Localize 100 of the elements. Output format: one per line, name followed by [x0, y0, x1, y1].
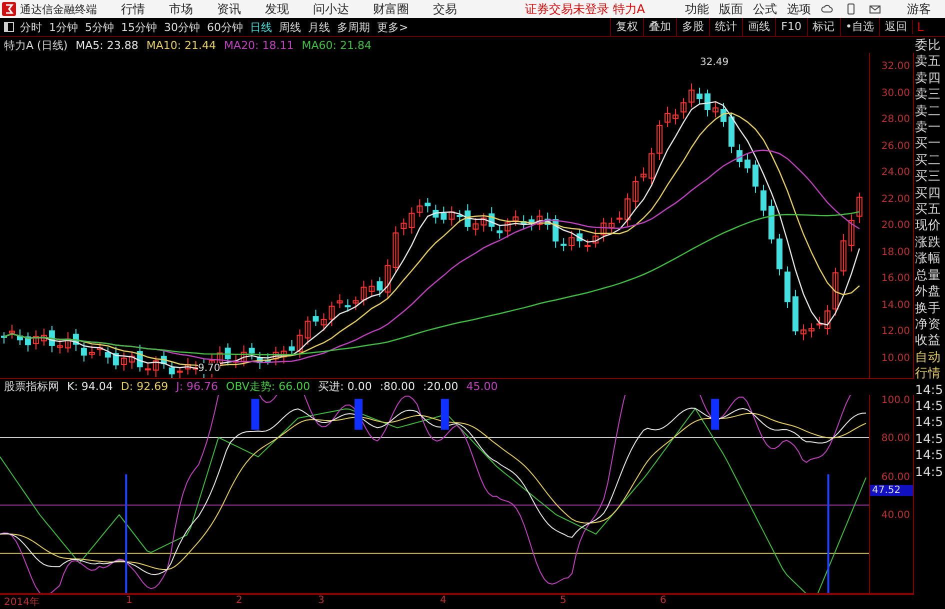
- toolbar-button[interactable]: •自选: [840, 18, 879, 36]
- quote-label: 净资: [915, 316, 942, 332]
- date-axis-label: 2: [236, 595, 242, 606]
- period-tab[interactable]: 更多>: [377, 20, 408, 34]
- period-tab[interactable]: 5分钟: [85, 20, 114, 34]
- quote-tab[interactable]: 自动: [915, 348, 945, 366]
- trade-time: 14:5: [915, 430, 944, 448]
- toolbar-button[interactable]: 复权: [610, 18, 644, 36]
- period-tab[interactable]: 15分钟: [121, 20, 157, 34]
- menu-item[interactable]: 交易: [433, 0, 457, 18]
- phone-icon[interactable]: [845, 3, 857, 15]
- trade-time: 14:5: [915, 414, 944, 431]
- mail-icon[interactable]: [869, 3, 881, 15]
- period-tab[interactable]: 多周期: [337, 20, 370, 34]
- date-axis-label: 4: [440, 595, 446, 606]
- quote-label: 卖三: [915, 86, 942, 103]
- axis-label: 20.00: [880, 220, 910, 232]
- menu-item[interactable]: 行情: [121, 0, 145, 18]
- menu-item[interactable]: 财富圈: [373, 0, 409, 18]
- axis-label: 32.00: [880, 61, 910, 72]
- menu-item[interactable]: 发现: [265, 0, 289, 18]
- toolbar-button[interactable]: 返回: [879, 18, 912, 36]
- quote-label: 买五: [915, 201, 942, 218]
- period-tab[interactable]: 30分钟: [164, 20, 200, 34]
- indicator-value: OBV走势: 66.00: [226, 379, 310, 394]
- corner-label: L: [912, 20, 945, 34]
- high-price-label: 32.49: [700, 57, 729, 68]
- indicator-value: :80.00: [380, 380, 416, 394]
- indicator-value: 买进: 0.00: [318, 379, 372, 394]
- toolbar-button[interactable]: 画线: [742, 18, 776, 36]
- quote-label: 买一: [915, 135, 942, 152]
- toolbar-button[interactable]: 标记: [806, 18, 840, 36]
- indicator-value: J: 96.76: [176, 380, 218, 394]
- axis-label: 24.00: [880, 167, 910, 178]
- signal-bar: [354, 398, 362, 430]
- toolbar-button[interactable]: 叠加: [643, 18, 676, 36]
- quote-label: 换手: [915, 300, 942, 316]
- axis-label: 22.00: [880, 194, 910, 205]
- low-price-label: 9.70: [198, 363, 220, 374]
- cloud-icon[interactable]: [821, 3, 833, 15]
- date-axis-label: 1: [126, 595, 132, 606]
- period-tab[interactable]: 分时: [20, 20, 42, 34]
- current-value-label: 47.52: [870, 484, 913, 496]
- quote-label: 现价: [915, 217, 942, 234]
- menu-item[interactable]: 版面: [719, 0, 743, 18]
- signal-bar: [711, 398, 720, 430]
- quote-label: 卖四: [915, 70, 942, 86]
- axis-label: 12.00: [880, 326, 910, 338]
- axis-label: 26.00: [880, 140, 910, 152]
- quote-label: 涨跌: [915, 234, 942, 250]
- signal-bar: [440, 398, 449, 430]
- menu-item[interactable]: 选项: [787, 0, 811, 18]
- date-axis-label: 3: [318, 595, 324, 606]
- period-tab[interactable]: 日线: [250, 20, 272, 34]
- quote-label: 卖二: [915, 102, 942, 120]
- indicator-value: D: 92.69: [120, 380, 168, 394]
- quote-label: 买四: [915, 184, 942, 202]
- user-label[interactable]: 游客: [907, 0, 931, 18]
- axis-label: 80.00: [880, 433, 910, 444]
- signal-bar: [251, 398, 260, 430]
- menu-item[interactable]: 问小达: [313, 0, 349, 18]
- quote-label: 买二: [915, 152, 942, 168]
- period-tab[interactable]: 1分钟: [49, 20, 78, 34]
- quote-label: 委比: [915, 37, 942, 54]
- login-notice[interactable]: 证券交易未登录 特力A: [524, 0, 645, 18]
- date-axis-label: 2014年: [4, 596, 40, 609]
- axis-label: 100.0: [880, 394, 910, 406]
- menu-item[interactable]: 公式: [753, 0, 777, 18]
- toolbar-button[interactable]: F10: [775, 18, 806, 36]
- ma-value: MA20: 18.11: [224, 38, 294, 52]
- date-axis-label: 6: [660, 595, 666, 606]
- indicator-name: 股票指标网: [4, 379, 59, 394]
- quote-tab[interactable]: 行情: [915, 365, 945, 382]
- quote-label: 卖一: [915, 119, 942, 136]
- period-tab[interactable]: 周线: [279, 20, 301, 34]
- menu-item[interactable]: 市场: [169, 0, 193, 18]
- quote-label: 买三: [915, 168, 942, 185]
- menu-item[interactable]: 资讯: [217, 0, 241, 18]
- indicator-value: 45.00: [466, 380, 498, 394]
- toolbar-button[interactable]: 多股: [676, 18, 710, 36]
- axis-label: 28.00: [880, 114, 910, 126]
- period-tab[interactable]: 60分钟: [207, 20, 243, 34]
- axis-label: 16.00: [880, 273, 910, 284]
- chart-title: 特力A (日线): [4, 38, 68, 52]
- quote-label: 收益: [915, 332, 942, 349]
- toolbar-button[interactable]: 统计: [709, 18, 742, 36]
- trade-time: 14:5: [915, 464, 944, 480]
- axis-label: 14.00: [880, 300, 910, 311]
- ma-value: MA5: 23.88: [76, 38, 138, 52]
- trade-time: 14:5: [915, 398, 944, 414]
- ma-value: MA10: 21.44: [146, 38, 216, 52]
- menu-item[interactable]: 功能: [685, 0, 709, 18]
- period-tab[interactable]: 月线: [308, 20, 330, 34]
- app-title: 通达信金融终端: [20, 2, 97, 16]
- quote-label: 涨幅: [915, 250, 942, 267]
- trade-time: 14:5: [915, 382, 944, 398]
- ma-value: MA60: 21.84: [302, 38, 372, 52]
- axis-label: 18.00: [880, 246, 910, 258]
- indicator-value: :20.00: [423, 380, 458, 394]
- panel-toggle-icon[interactable]: [4, 22, 14, 32]
